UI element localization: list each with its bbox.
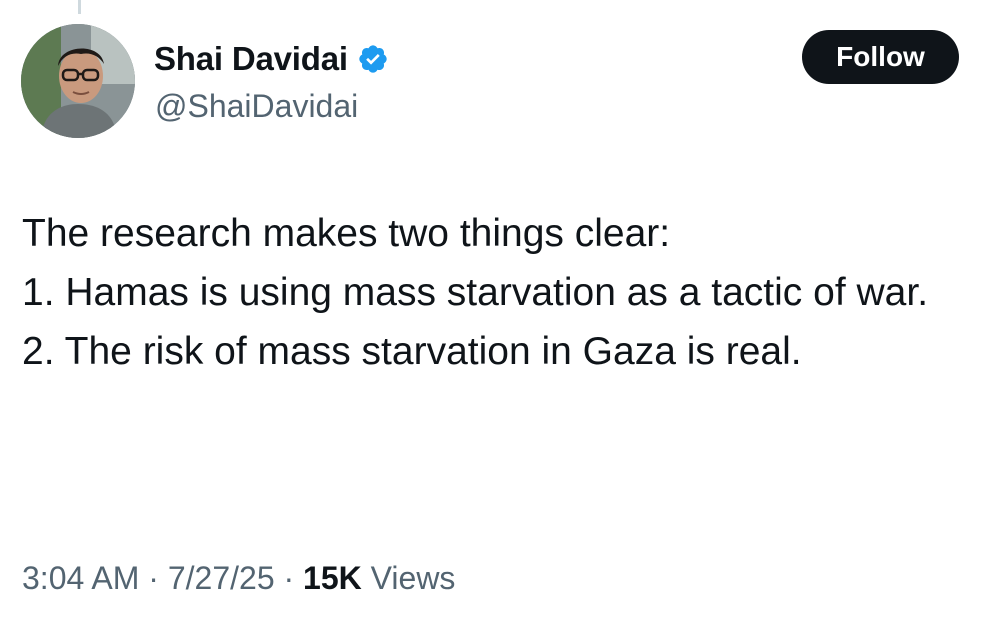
avatar-photo [21,24,135,138]
follow-button[interactable]: Follow [802,30,959,84]
author-name-row: Shai Davidai [154,38,389,80]
thread-connector-line [78,0,81,14]
tweet-date[interactable]: 7/27/25 [168,560,275,597]
author-handle[interactable]: @ShaiDavidai [155,88,358,125]
meta-separator: · [139,560,168,596]
verified-badge-icon [359,45,387,73]
views-count[interactable]: 15K [303,560,362,597]
tweet-text: The research makes two things clear: 1. … [22,204,972,381]
tweet-line: 2. The risk of mass starvation in Gaza i… [22,330,802,373]
tweet-line: The research makes two things clear: [22,212,671,255]
views-label[interactable]: Views [362,560,456,597]
author-display-name[interactable]: Shai Davidai [154,40,348,78]
tweet-line: 1. Hamas is using mass starvation as a t… [22,271,929,314]
meta-separator: · [274,560,304,596]
avatar[interactable] [21,24,135,138]
tweet-meta: 3:04 AM · 7/27/25 · 15K Views [22,560,455,597]
tweet-time[interactable]: 3:04 AM [22,560,139,597]
